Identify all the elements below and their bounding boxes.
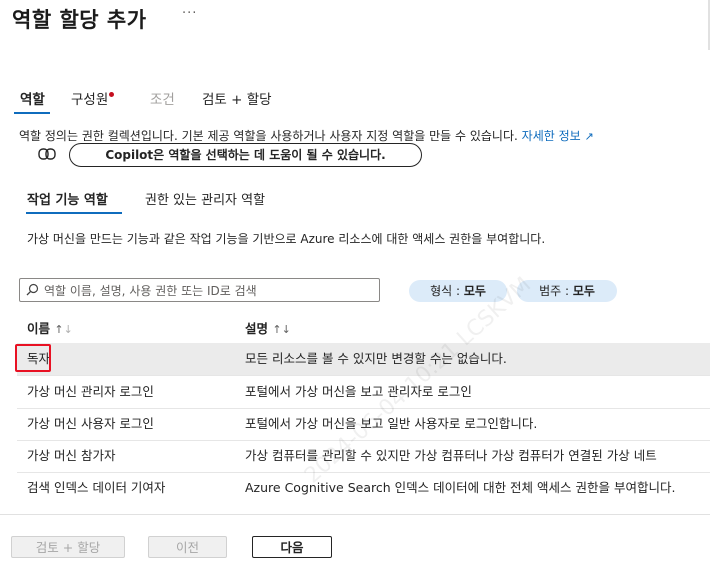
- learn-more-link[interactable]: 자세한 정보: [522, 129, 581, 143]
- role-description-cell: 포털에서 가상 머신을 보고 일반 사용자로 로그인합니다.: [245, 416, 538, 431]
- role-name: 가상 머신 관리자 로그인: [27, 384, 154, 399]
- column-header-description-label: 설명: [245, 321, 269, 336]
- category-filter-value: 모두: [572, 284, 595, 298]
- required-dot-icon: [109, 92, 115, 97]
- role-category-info: 가상 머신을 만드는 기능과 같은 작업 기능을 기반으로 Azure 리소스에…: [27, 232, 546, 246]
- tab-job-function-roles[interactable]: 작업 기능 역할: [27, 189, 108, 208]
- tab-conditions[interactable]: 조건: [150, 88, 175, 112]
- table-row[interactable]: 검색 인덱스 데이터 기여자 Azure Cognitive Search 인덱…: [17, 472, 710, 504]
- next-button[interactable]: 다음: [252, 536, 332, 558]
- tab-members[interactable]: 구성원: [71, 88, 115, 112]
- role-name: 가상 머신 참가자: [27, 448, 116, 463]
- tab-role[interactable]: 역할: [20, 88, 45, 112]
- type-filter-label: 형식 :: [430, 284, 461, 298]
- active-subtab-indicator: [26, 212, 122, 214]
- role-name: 가상 머신 사용자 로그인: [27, 416, 154, 431]
- role-description-cell: 모든 리소스를 볼 수 있지만 변경할 수는 없습니다.: [245, 351, 507, 366]
- more-options-button[interactable]: ···: [182, 6, 197, 21]
- sort-icon: ↑↓: [54, 323, 73, 336]
- category-filter-label: 범주 :: [539, 284, 570, 298]
- column-header-name[interactable]: 이름 ↑↓: [27, 318, 73, 337]
- review-assign-button[interactable]: 검토 + 할당: [11, 536, 125, 558]
- role-description: 역할 정의는 권한 컬렉션입니다. 기본 제공 역할을 사용하거나 사용자 지정…: [19, 127, 594, 144]
- category-filter-pill[interactable]: 범주 : 모두: [517, 280, 617, 302]
- column-header-name-label: 이름: [27, 321, 51, 336]
- search-placeholder: 역할 이름, 설명, 사용 권한 또는 ID로 검색: [44, 284, 257, 298]
- tab-members-label: 구성원: [71, 92, 109, 108]
- tab-review-assign[interactable]: 검토 + 할당: [202, 88, 272, 112]
- table-row[interactable]: 가상 머신 참가자 가상 컴퓨터를 관리할 수 있지만 가상 컴퓨터나 가상 컴…: [17, 440, 710, 473]
- copilot-icon: [38, 148, 56, 160]
- page-title: 역할 할당 추가: [12, 8, 147, 32]
- active-tab-indicator: [14, 112, 50, 114]
- tab-role-label: 역할: [20, 92, 45, 108]
- type-filter-value: 모두: [463, 284, 486, 298]
- table-row[interactable]: 가상 머신 사용자 로그인 포털에서 가상 머신을 보고 일반 사용자로 로그인…: [17, 408, 710, 441]
- selection-highlight-box: [15, 344, 51, 372]
- previous-button[interactable]: 이전: [148, 536, 227, 558]
- column-header-description[interactable]: 설명 ↑↓: [245, 318, 291, 337]
- role-description-text: 역할 정의는 권한 컬렉션입니다. 기본 제공 역할을 사용하거나 사용자 지정…: [19, 129, 518, 143]
- search-icon: [26, 283, 39, 296]
- sort-icon: ↑↓: [272, 323, 291, 336]
- table-row[interactable]: 독자 모든 리소스를 볼 수 있지만 변경할 수는 없습니다.: [17, 343, 710, 376]
- type-filter-pill[interactable]: 형식 : 모두: [409, 280, 507, 302]
- footer-divider: [0, 514, 710, 515]
- search-input[interactable]: 역할 이름, 설명, 사용 권한 또는 ID로 검색: [19, 278, 380, 302]
- copilot-suggestion-button[interactable]: Copilot은 역할을 선택하는 데 도움이 될 수 있습니다.: [69, 143, 422, 167]
- external-link-icon: ↗: [584, 130, 594, 143]
- table-row[interactable]: 가상 머신 관리자 로그인 포털에서 가상 머신을 보고 관리자로 로그인: [17, 376, 710, 409]
- tab-review-assign-label: 검토 + 할당: [202, 92, 272, 108]
- role-description-cell: 가상 컴퓨터를 관리할 수 있지만 가상 컴퓨터나 가상 컴퓨터가 연결된 가상…: [245, 448, 657, 463]
- role-description-cell: 포털에서 가상 머신을 보고 관리자로 로그인: [245, 384, 472, 399]
- role-name: 검색 인덱스 데이터 기여자: [27, 480, 166, 495]
- tab-conditions-label: 조건: [150, 92, 175, 108]
- tab-privileged-admin-roles[interactable]: 권한 있는 관리자 역할: [145, 189, 265, 208]
- role-description-cell: Azure Cognitive Search 인덱스 데이터에 대한 전체 액세…: [245, 480, 676, 495]
